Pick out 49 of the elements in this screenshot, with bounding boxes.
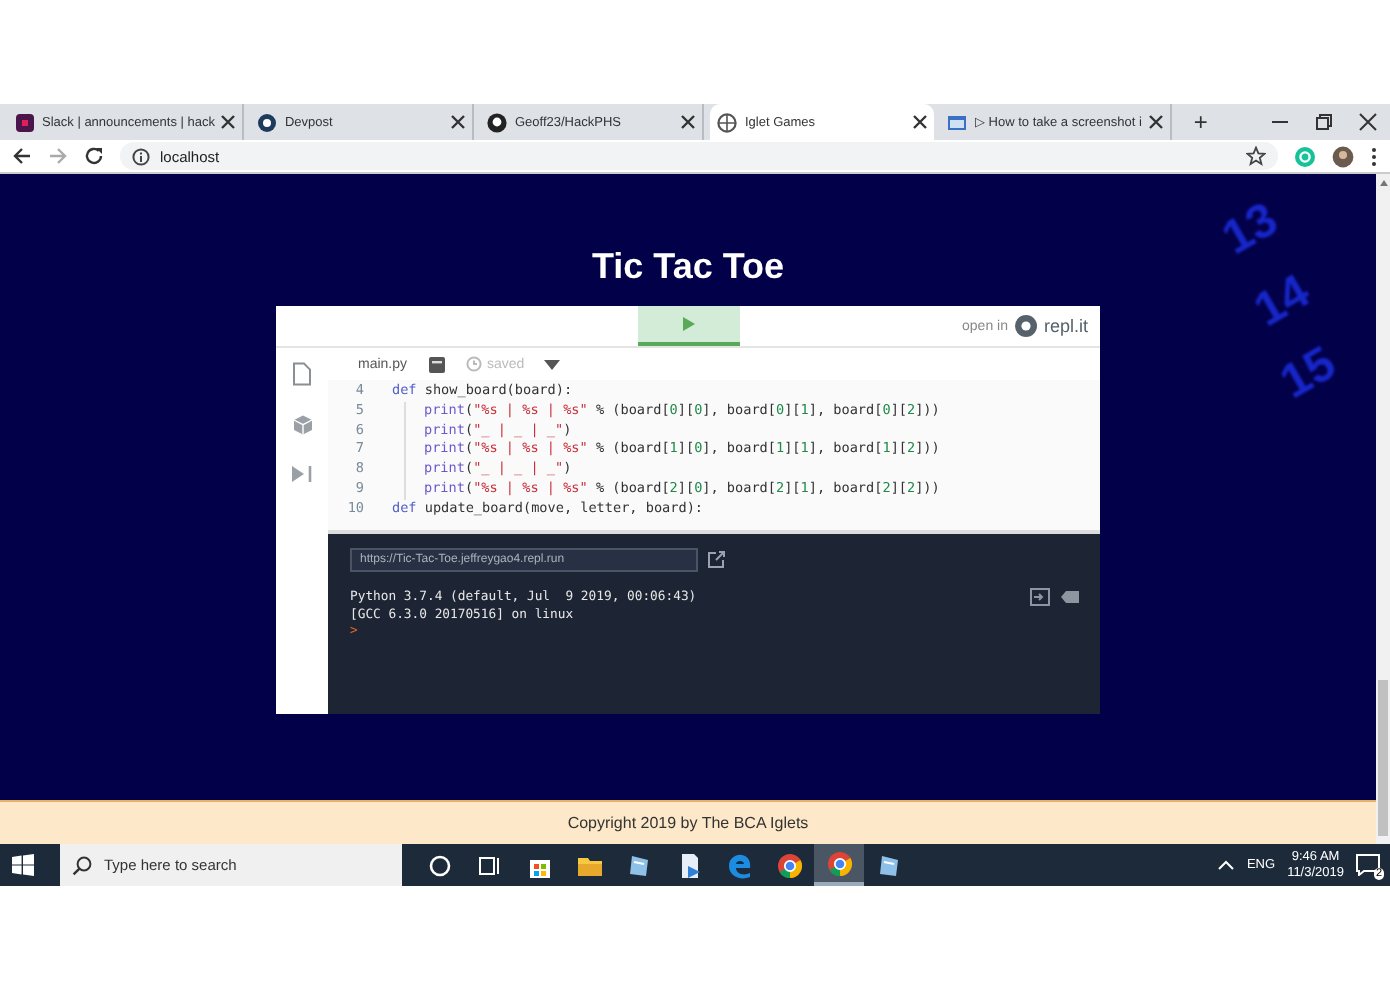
file-icon[interactable]	[292, 362, 312, 386]
close-icon[interactable]	[1147, 114, 1164, 130]
favicon-icon	[14, 111, 36, 133]
app-icon	[425, 851, 453, 879]
background-number: 15	[1271, 336, 1346, 412]
app-icon	[875, 851, 903, 879]
restore-icon[interactable]	[1314, 112, 1334, 132]
close-icon[interactable]	[220, 114, 237, 130]
clear-icon[interactable]	[1060, 590, 1080, 604]
copyright-text: Copyright 2019 by The BCA Iglets	[567, 814, 809, 832]
scrollbar[interactable]	[1376, 174, 1390, 844]
caret-icon[interactable]	[544, 359, 561, 369]
code-editor[interactable]	[328, 380, 1100, 534]
favicon-icon	[716, 111, 739, 133]
brand-name[interactable]: repl.it	[1043, 316, 1088, 336]
close-icon[interactable]	[1358, 112, 1378, 132]
avatar-icon[interactable]	[1332, 145, 1354, 167]
background-number: 14	[1245, 264, 1320, 340]
play-icon	[682, 316, 696, 332]
back-icon[interactable]	[12, 146, 32, 166]
search-icon	[72, 855, 92, 875]
favicon-icon	[486, 111, 509, 133]
notification-icon[interactable]	[1356, 854, 1380, 876]
close-icon[interactable]	[450, 114, 467, 130]
app-icon	[475, 851, 503, 879]
reload-icon[interactable]	[84, 146, 104, 166]
new-tab-button[interactable]: +	[1185, 104, 1216, 140]
cube-icon[interactable]	[291, 414, 313, 436]
star-icon[interactable]	[1246, 146, 1266, 166]
logo-icon	[1013, 314, 1038, 338]
enter-icon[interactable]	[1030, 588, 1050, 606]
clock-icon	[465, 356, 482, 372]
app-icon	[825, 849, 853, 877]
favicon-icon	[946, 111, 969, 133]
close-icon[interactable]	[912, 114, 929, 130]
panel-icon[interactable]	[427, 355, 446, 373]
menu-icon[interactable]	[1370, 145, 1378, 167]
app-icon	[775, 851, 803, 879]
chevron-up-icon[interactable]	[1218, 860, 1235, 870]
close-icon[interactable]	[680, 114, 697, 130]
external-link-icon[interactable]	[706, 550, 726, 570]
info-icon[interactable]	[132, 147, 150, 165]
background-number: 13	[1213, 192, 1288, 268]
start-icon[interactable]	[12, 854, 34, 876]
app-icon	[625, 851, 653, 879]
step-icon[interactable]	[290, 464, 314, 484]
page-title: Tic Tac Toe	[591, 244, 785, 288]
favicon-icon	[256, 111, 279, 133]
app-icon	[725, 851, 753, 879]
